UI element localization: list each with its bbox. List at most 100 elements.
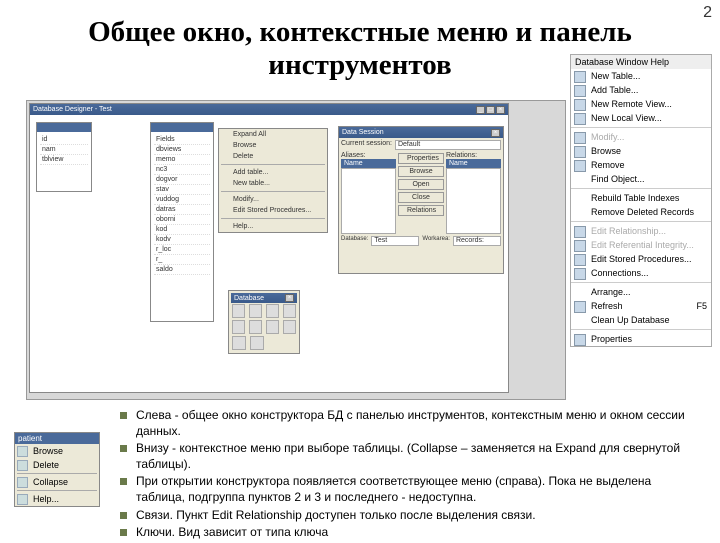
bullet-item: Связи. Пункт Edit Relationship доступен …	[120, 508, 692, 524]
menu-item-label: Add Table...	[591, 85, 638, 95]
field-item[interactable]: kodv	[154, 235, 210, 245]
field-item[interactable]: oborni	[154, 215, 210, 225]
session-button[interactable]: Open	[398, 179, 444, 190]
session-button[interactable]: Browse	[398, 166, 444, 177]
menu-item-label: Rebuild Table Indexes	[591, 193, 679, 203]
tool-icon[interactable]	[266, 304, 279, 318]
database-designer-window: Database Designer - Test _ □ × idnamtblv…	[29, 103, 509, 393]
field-item[interactable]: r_	[154, 255, 210, 265]
tool-icon[interactable]	[283, 320, 296, 334]
context-menu-item[interactable]: Help...	[219, 221, 327, 232]
field-item[interactable]: dbviews	[154, 145, 210, 155]
field-item[interactable]: Fields	[154, 135, 210, 145]
menu-item-icon	[574, 334, 586, 346]
db-menu-item[interactable]: Add Table...	[571, 83, 711, 97]
close-icon[interactable]: ×	[491, 129, 500, 137]
field-item[interactable]: stav	[154, 185, 210, 195]
minimize-icon[interactable]: _	[476, 106, 485, 114]
menu-item-label: Remove	[591, 160, 625, 170]
separator	[17, 490, 97, 491]
field-item[interactable]: kod	[154, 225, 210, 235]
menu-item-icon	[574, 99, 586, 111]
db-menu-item[interactable]: Browse	[571, 144, 711, 158]
db-menu-item[interactable]: Connections...	[571, 266, 711, 280]
table-menu-item[interactable]: Delete	[15, 458, 99, 472]
db-menu-item[interactable]: New Local View...	[571, 111, 711, 125]
left-table-header	[37, 123, 91, 132]
field-item[interactable]: r_loc	[154, 245, 210, 255]
context-menu-item[interactable]: Browse	[219, 140, 327, 151]
table-item[interactable]: nam	[40, 145, 88, 155]
menu-item-label: Modify...	[591, 132, 624, 142]
table-item[interactable]: tblview	[40, 155, 88, 165]
table-menu-item[interactable]: Help...	[15, 492, 99, 506]
close-icon[interactable]: ×	[496, 106, 505, 114]
db-menu-item[interactable]: Remove Deleted Records	[571, 205, 711, 219]
separator	[571, 282, 711, 283]
context-menu-item[interactable]: Delete	[219, 151, 327, 162]
session-button[interactable]: Relations	[398, 205, 444, 216]
menu-item-icon	[574, 268, 586, 280]
tool-icon[interactable]	[250, 336, 264, 350]
table-item[interactable]: id	[40, 135, 88, 145]
menu-item-label: New Table...	[591, 71, 640, 81]
context-menu-item[interactable]: Add table...	[219, 167, 327, 178]
workarea-label: Workarea:	[422, 236, 450, 246]
separator	[17, 473, 97, 474]
table-menu-item[interactable]: Collapse	[15, 475, 99, 489]
tool-icon[interactable]	[232, 336, 246, 350]
menu-item-icon	[574, 254, 586, 266]
db-menu-item[interactable]: Clean Up Database	[571, 313, 711, 327]
session-button[interactable]: Properties	[398, 153, 444, 164]
page-number: 2	[703, 4, 712, 22]
table-menu-item[interactable]: Browse	[15, 444, 99, 458]
aliases-list[interactable]	[341, 168, 396, 234]
field-item[interactable]: nc3	[154, 165, 210, 175]
menu-item-label: Arrange...	[591, 287, 631, 297]
field-item[interactable]: dogvor	[154, 175, 210, 185]
context-menu-item[interactable]: New table...	[219, 178, 327, 189]
menu-item-icon	[574, 132, 586, 144]
relations-list[interactable]	[446, 168, 501, 234]
aliases-header: Name	[341, 159, 396, 168]
tool-icon[interactable]	[232, 320, 245, 334]
tool-icon[interactable]	[283, 304, 296, 318]
db-label: Database:	[341, 236, 368, 246]
bullet-item: При открытии конструктора появляется соо…	[120, 474, 692, 505]
menu-item-icon	[17, 460, 28, 471]
field-item[interactable]: vuddog	[154, 195, 210, 205]
field-item[interactable]: memo	[154, 155, 210, 165]
session-button[interactable]: Close	[398, 192, 444, 203]
db-menu-item[interactable]: New Remote View...	[571, 97, 711, 111]
cur-session-field[interactable]: Default	[395, 140, 501, 150]
db-menu-item[interactable]: Rebuild Table Indexes	[571, 191, 711, 205]
tool-icon[interactable]	[266, 320, 279, 334]
tool-icon[interactable]	[249, 304, 262, 318]
close-icon[interactable]: ×	[285, 294, 294, 302]
db-menu-item[interactable]: Properties	[571, 332, 711, 346]
maximize-icon[interactable]: □	[486, 106, 495, 114]
context-menu-item[interactable]: Modify...	[219, 194, 327, 205]
field-item[interactable]: saldo	[154, 265, 210, 275]
designer-titlebar: Database Designer - Test _ □ ×	[30, 104, 508, 115]
separator	[221, 164, 325, 165]
db-menu-item[interactable]: Edit Stored Procedures...	[571, 252, 711, 266]
db-menu-item[interactable]: Remove	[571, 158, 711, 172]
tool-icon[interactable]	[232, 304, 245, 318]
menu-item-label: Clean Up Database	[591, 315, 670, 325]
menu-item-label: New Remote View...	[591, 99, 672, 109]
db-menu-item[interactable]: RefreshF5	[571, 299, 711, 313]
context-menu-item[interactable]: Expand All	[219, 129, 327, 140]
tool-icon[interactable]	[249, 320, 262, 334]
bullet-item: Ключи. Вид зависит от типа ключа	[120, 525, 692, 541]
db-menu-item[interactable]: Find Object...	[571, 172, 711, 186]
menu-item-label: Connections...	[591, 268, 649, 278]
db-menu-item[interactable]: Arrange...	[571, 285, 711, 299]
menu-item-icon	[574, 240, 586, 252]
menu-item-label: Edit Relationship...	[591, 226, 666, 236]
database-toolbar: Database×	[228, 290, 300, 354]
menu-header[interactable]: Database Window Help	[571, 55, 711, 69]
db-menu-item[interactable]: New Table...	[571, 69, 711, 83]
context-menu-item[interactable]: Edit Stored Procedures...	[219, 205, 327, 216]
field-item[interactable]: datras	[154, 205, 210, 215]
